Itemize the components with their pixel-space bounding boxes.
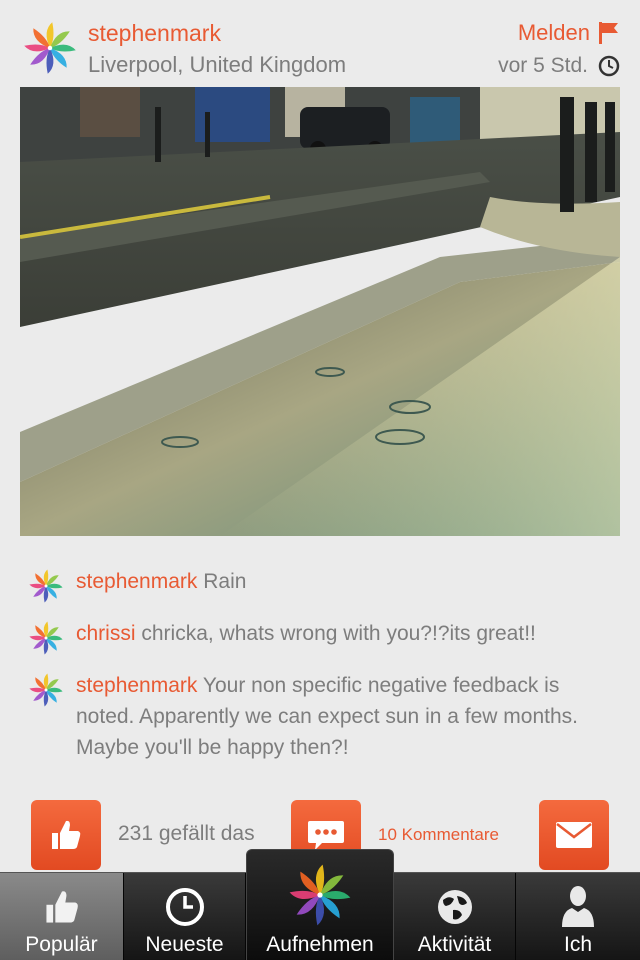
comment-username[interactable]: stephenmark (76, 570, 197, 593)
share-mail-button[interactable] (539, 800, 609, 870)
comment-username[interactable]: chrissi (76, 622, 136, 645)
post-photo[interactable] (20, 87, 620, 536)
user-avatar-pinwheel-icon[interactable] (22, 20, 78, 76)
comment-text: chricka, whats wrong with you?!?its grea… (141, 622, 536, 645)
tab-activity[interactable]: Aktivität (394, 873, 516, 960)
tab-activity-label: Aktivität (417, 933, 492, 956)
comments-count-link[interactable]: 10 Kommentare (378, 825, 499, 845)
tab-popular-label: Populär (25, 933, 98, 956)
timestamp-label: vor 5 Std. (498, 54, 588, 77)
tab-newest[interactable]: Neueste (124, 873, 246, 960)
street-rain-photo (20, 87, 620, 536)
tab-capture-label: Aufnehmen (266, 933, 374, 956)
comment-body: stephenmark Rain (76, 566, 246, 597)
comment-body: stephenmark Your non specific negative f… (76, 670, 618, 763)
tab-me-label: Ich (563, 933, 592, 956)
tab-newest-label: Neueste (145, 933, 224, 956)
comment-item: stephenmark Your non specific negative f… (28, 670, 618, 763)
clock-icon (163, 887, 207, 927)
report-label: Melden (517, 20, 590, 45)
comment-avatar-pinwheel-icon[interactable] (28, 620, 64, 656)
person-icon (556, 886, 600, 927)
post-header: stephenmark Liverpool, United Kingdom Me… (0, 0, 640, 86)
comment-item: chrissi chricka, whats wrong with you?!?… (28, 618, 618, 656)
comment-text: Rain (203, 570, 247, 593)
envelope-icon (556, 822, 592, 848)
post-timestamp: vor 5 Std. (498, 54, 620, 78)
capture-pinwheel-icon (289, 864, 351, 926)
thumbs-up-icon (52, 820, 81, 849)
thumbs-up-icon (40, 887, 84, 927)
tab-me[interactable]: Ich (516, 873, 640, 960)
flag-icon (599, 22, 618, 44)
tab-popular[interactable]: Populär (0, 873, 124, 960)
comment-avatar-pinwheel-icon[interactable] (28, 568, 64, 604)
like-button[interactable] (31, 800, 101, 870)
likes-count[interactable]: 231 gefällt das (118, 822, 255, 846)
tab-bar: Populär Neueste Aufnehmen Aktivität Ich (0, 849, 640, 960)
comment-body: chrissi chricka, whats wrong with you?!?… (76, 618, 536, 649)
post-username[interactable]: stephenmark (88, 20, 221, 47)
report-button[interactable]: Melden (518, 20, 620, 46)
clock-icon (598, 55, 620, 77)
globe-icon (433, 887, 477, 927)
post-location[interactable]: Liverpool, United Kingdom (88, 52, 346, 78)
comment-item: stephenmark Rain (28, 566, 618, 604)
comments-list: stephenmark Rain chrissi chricka, whats … (28, 566, 618, 777)
comment-username[interactable]: stephenmark (76, 674, 197, 697)
tab-capture[interactable]: Aufnehmen (246, 849, 394, 960)
comment-avatar-pinwheel-icon[interactable] (28, 672, 64, 708)
speech-bubble-icon (308, 821, 344, 850)
